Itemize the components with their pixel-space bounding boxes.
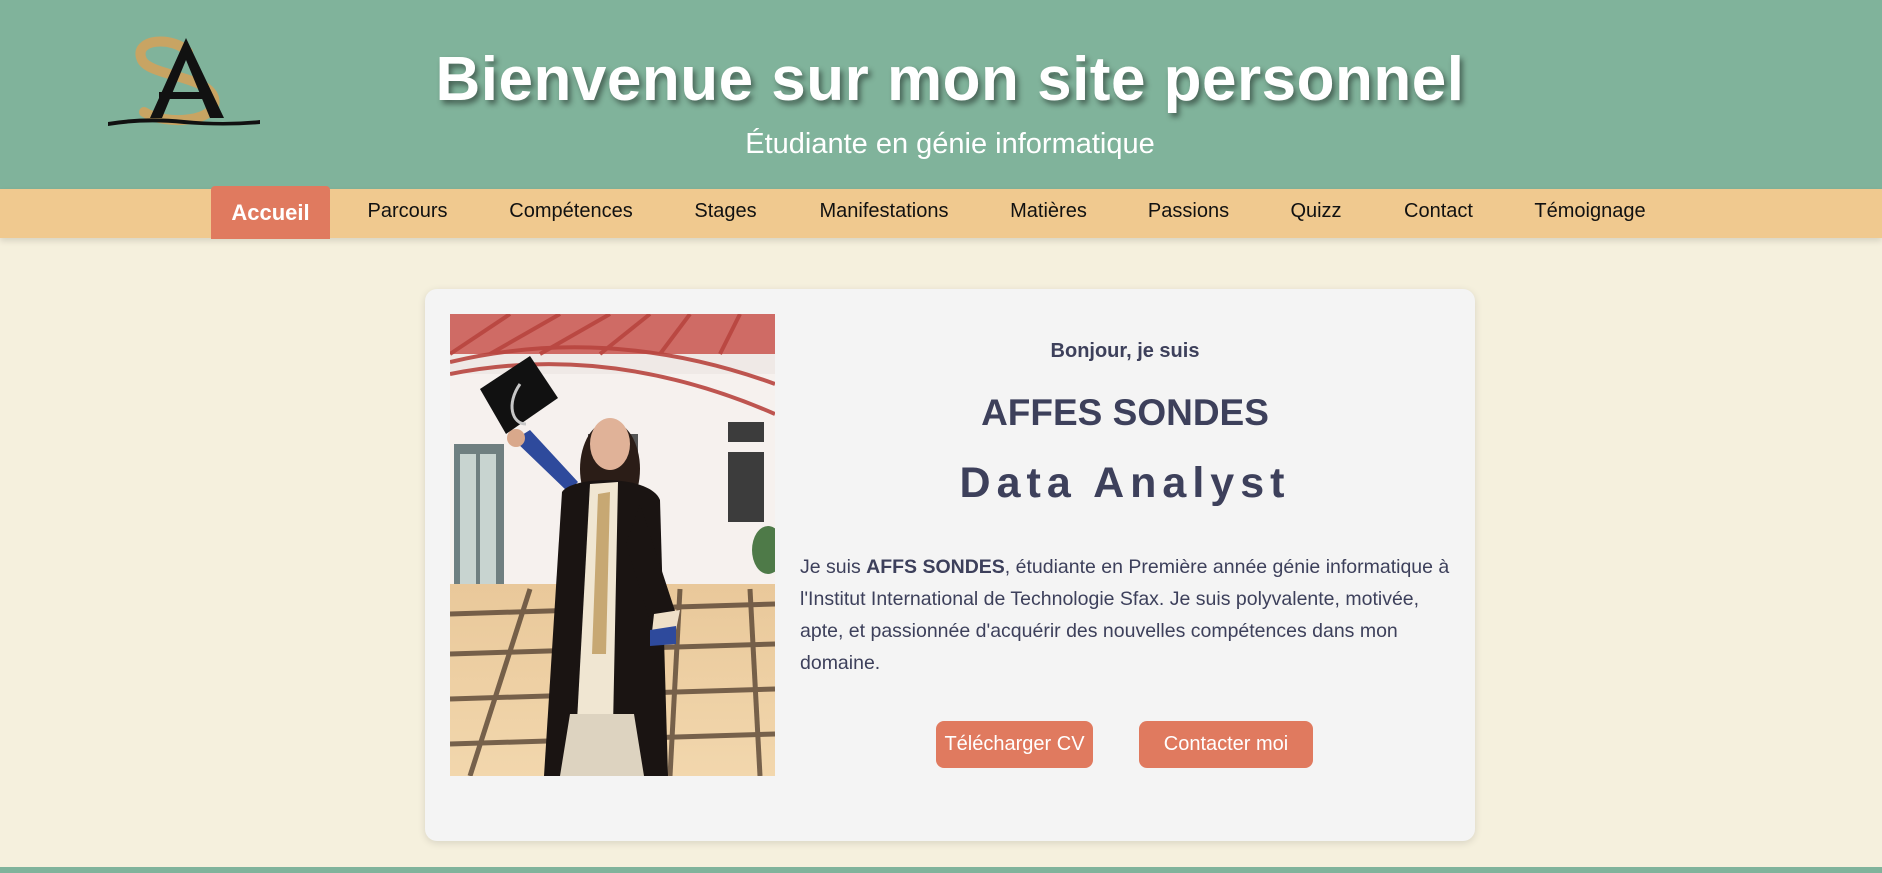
footer-strip	[0, 867, 1882, 873]
download-cv-button[interactable]: Télécharger CV	[936, 721, 1093, 768]
bio-name: AFFS SONDES	[866, 556, 1005, 578]
main-nav: Accueil Parcours Compétences Stages Mani…	[0, 186, 1882, 239]
site-header: Bienvenue sur mon site personnel Étudian…	[0, 0, 1882, 189]
profile-bio: Je suis AFFS SONDES, étudiante en Premiè…	[800, 551, 1460, 679]
contact-me-button[interactable]: Contacter moi	[1139, 721, 1313, 768]
bio-prefix: Je suis	[800, 556, 867, 578]
nav-item-parcours[interactable]: Parcours	[356, 189, 459, 238]
nav-item-contact[interactable]: Contact	[1394, 189, 1483, 238]
page-subtitle: Étudiante en génie informatique	[745, 128, 1155, 160]
nav-item-stages[interactable]: Stages	[683, 189, 768, 238]
profile-card: Bonjour, je suis AFFES SONDES Data Analy…	[425, 289, 1475, 841]
nav-item-manifestations[interactable]: Manifestations	[810, 189, 958, 238]
profile-name: AFFES SONDES	[981, 392, 1269, 433]
nav-item-passions[interactable]: Passions	[1139, 189, 1238, 238]
nav-item-temoignage[interactable]: Témoignage	[1524, 189, 1656, 238]
nav-item-competences[interactable]: Compétences	[500, 189, 642, 238]
page-title: Bienvenue sur mon site personnel	[435, 45, 1465, 114]
profile-photo	[450, 314, 775, 776]
greeting-text: Bonjour, je suis	[1050, 340, 1200, 362]
nav-item-accueil[interactable]: Accueil	[211, 186, 330, 239]
nav-item-matieres[interactable]: Matières	[999, 189, 1098, 238]
nav-item-quizz[interactable]: Quizz	[1280, 189, 1352, 238]
profile-role: Data Analyst	[959, 459, 1291, 507]
